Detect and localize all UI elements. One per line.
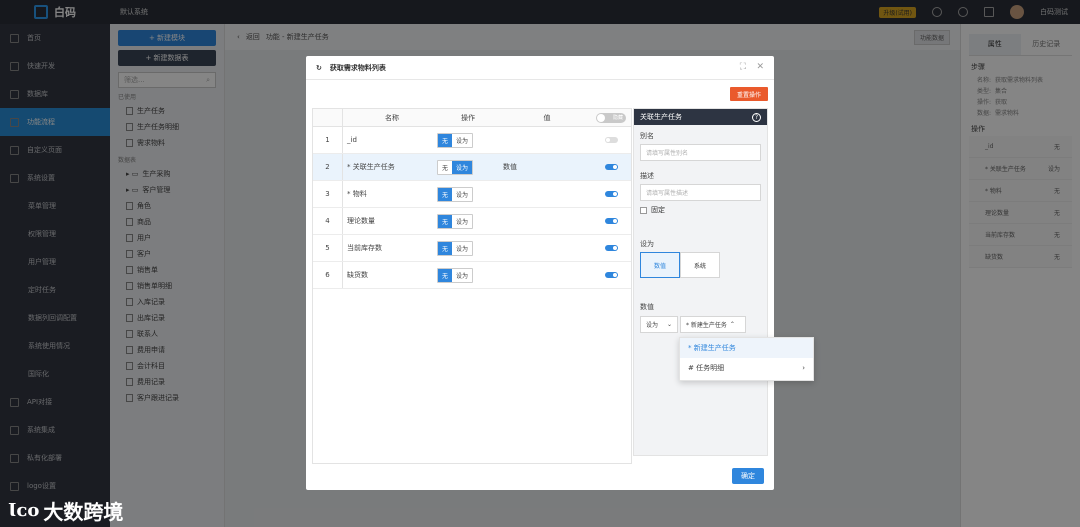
- number-mode-select[interactable]: 设为 ⌄: [640, 316, 678, 333]
- dialog-title: 获取需求物料列表: [329, 63, 386, 72]
- op-none-button[interactable]: 无: [438, 187, 453, 201]
- dropdown-option[interactable]: # 任务明细 ›: [680, 358, 813, 378]
- detail-title: 关联生产任务: [640, 113, 682, 121]
- table-header: 名称 操作 值 隐藏: [313, 109, 631, 127]
- op-set-button[interactable]: 设为: [452, 214, 473, 228]
- row-toggle[interactable]: [604, 272, 618, 278]
- refresh-icon[interactable]: ↻: [316, 64, 322, 72]
- field-name: 当前库存数: [347, 244, 382, 252]
- op-set-button[interactable]: 设为: [452, 241, 473, 255]
- hide-toggle[interactable]: 隐藏: [596, 112, 626, 123]
- row-index: 5: [313, 235, 343, 261]
- op-set-button[interactable]: 设为: [452, 160, 473, 174]
- number-source-select[interactable]: * 新建生产任务 ⌃: [680, 316, 746, 333]
- field-name: * 物料: [347, 190, 367, 198]
- op-set-button[interactable]: 设为: [452, 187, 473, 201]
- desc-label: 描述: [640, 172, 654, 180]
- number-label: 数值: [640, 303, 654, 311]
- setas-system-option[interactable]: 系统: [680, 252, 720, 278]
- row-index: 4: [313, 208, 343, 234]
- setas-number-option[interactable]: 数值: [640, 252, 680, 278]
- chevron-down-icon: ⌄: [667, 321, 673, 328]
- op-none-button[interactable]: 无: [438, 268, 453, 282]
- row-toggle[interactable]: [604, 191, 618, 197]
- op-set-button[interactable]: 设为: [452, 268, 473, 282]
- field-name: _id: [347, 136, 357, 144]
- table-row[interactable]: 6 缺货数 无设为: [313, 262, 631, 289]
- help-icon[interactable]: ?: [752, 112, 761, 122]
- op-none-button[interactable]: 无: [438, 133, 453, 147]
- table-row[interactable]: 5 当前库存数 无设为: [313, 235, 631, 262]
- fixed-checkbox[interactable]: [640, 206, 647, 214]
- field-name: * 关联生产任务: [347, 163, 395, 171]
- table-row[interactable]: 2 * 关联生产任务 无设为 数值: [313, 154, 631, 181]
- number-source-value: * 新建生产任务: [686, 322, 727, 329]
- field-name: 理论数量: [347, 217, 375, 225]
- alias-input[interactable]: 请填写属性别名: [640, 144, 761, 161]
- table-row[interactable]: 1 _id 无设为: [313, 127, 631, 154]
- confirm-button[interactable]: 确定: [732, 468, 764, 484]
- fullscreen-icon[interactable]: ⛶: [740, 62, 746, 72]
- col-name: 名称: [385, 113, 399, 122]
- row-toggle[interactable]: [604, 245, 618, 251]
- number-mode-value: 设为: [646, 322, 659, 329]
- row-toggle[interactable]: [604, 137, 618, 143]
- fields-table: 名称 操作 值 隐藏 1 _id 无设为 2 * 关联生产任务无设为 数值 3 * 物料无设为…: [312, 108, 632, 464]
- setas-label: 设为: [640, 240, 654, 248]
- number-source-dropdown: * 新建生产任务 # 任务明细 ›: [679, 337, 814, 381]
- op-segment: 无设为: [437, 132, 474, 148]
- row-toggle[interactable]: [604, 218, 618, 224]
- row-index: 6: [313, 262, 343, 288]
- dropdown-option[interactable]: * 新建生产任务: [680, 338, 813, 358]
- op-none-button[interactable]: 无: [438, 241, 453, 255]
- watermark: Ɩᴄᴏ 大数跨境: [8, 496, 123, 525]
- row-index: 3: [313, 181, 343, 207]
- watermark-logo: Ɩᴄᴏ: [8, 500, 40, 521]
- reset-operation-button[interactable]: 重置操作: [730, 87, 768, 101]
- desc-input[interactable]: 请填写属性描述: [640, 184, 761, 201]
- row-index: 2: [313, 154, 343, 180]
- table-row[interactable]: 3 * 物料 无设为: [313, 181, 631, 208]
- field-value: 数值: [503, 163, 517, 171]
- op-segment: 无设为: [437, 186, 474, 202]
- fetch-materials-dialog: ↻ 获取需求物料列表 ⛶ ✕ 重置操作 名称 操作 值 隐藏 1 _id 无设为 2 *…: [306, 56, 774, 490]
- close-icon[interactable]: ✕: [756, 62, 764, 72]
- op-segment: 无设为: [437, 159, 474, 175]
- watermark-text: 大数跨境: [43, 500, 124, 524]
- row-index: 1: [313, 127, 343, 153]
- table-row[interactable]: 4 理论数量 无设为: [313, 208, 631, 235]
- fixed-label: 固定: [651, 206, 665, 214]
- op-segment: 无设为: [437, 240, 474, 256]
- option-label: * 新建生产任务: [688, 344, 736, 352]
- op-none-button[interactable]: 无: [438, 214, 453, 228]
- field-detail-pane: 关联生产任务? 别名 请填写属性别名 描述 请填写属性描述 固定 设为 数值 系…: [633, 108, 768, 456]
- row-toggle[interactable]: [604, 164, 618, 170]
- op-segment: 无设为: [437, 213, 474, 229]
- op-segment: 无设为: [437, 267, 474, 283]
- option-label: # 任务明细: [688, 364, 725, 372]
- chevron-right-icon: ›: [802, 364, 805, 372]
- op-set-button[interactable]: 设为: [452, 133, 473, 147]
- col-op: 操作: [461, 113, 475, 122]
- col-value: 值: [543, 113, 551, 122]
- chevron-up-icon: ⌃: [729, 321, 735, 328]
- op-none-button[interactable]: 无: [438, 160, 453, 174]
- alias-label: 别名: [640, 132, 654, 140]
- field-name: 缺货数: [347, 271, 368, 279]
